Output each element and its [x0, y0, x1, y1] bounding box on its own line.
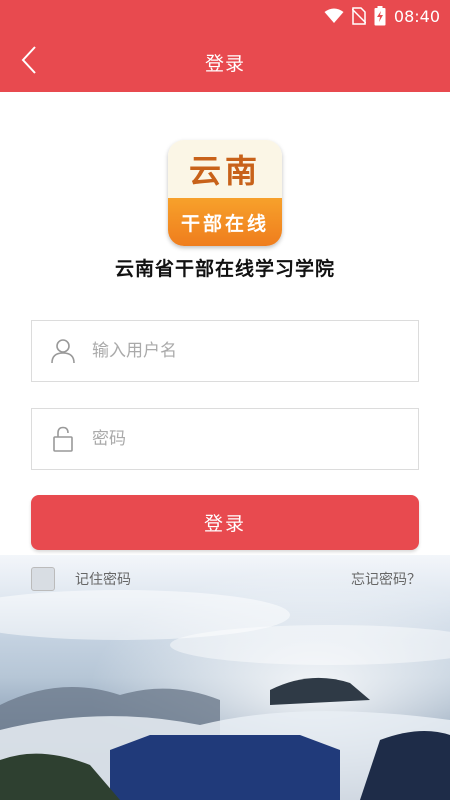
app-logo: 云南 干部在线 — [168, 140, 282, 246]
remember-label[interactable]: 记住密码 — [75, 569, 131, 589]
clock: 08:40 — [393, 6, 440, 26]
no-sim-icon — [351, 7, 366, 25]
remember-checkbox[interactable] — [31, 567, 55, 591]
wifi-icon — [324, 8, 344, 24]
password-input[interactable] — [92, 409, 418, 469]
org-name: 云南省干部在线学习学院 — [114, 258, 335, 280]
page-title: 登录 — [204, 52, 245, 75]
logo-top-text: 云南 — [168, 140, 282, 199]
username-field[interactable] — [31, 320, 419, 382]
username-input[interactable] — [92, 321, 418, 381]
lock-icon — [34, 426, 92, 452]
logo-card: 云南 干部在线 云南省干部在线学习学院 — [40, 122, 410, 297]
remember-row: 记住密码 忘记密码？ — [31, 566, 421, 592]
nav-bar: 登录 — [0, 32, 450, 92]
battery-charging-icon — [374, 6, 386, 26]
status-bar: 08:40 — [0, 0, 450, 32]
back-button[interactable] — [14, 46, 44, 78]
logo-bottom-text: 干部在线 — [168, 198, 282, 246]
login-button[interactable]: 登录 — [31, 495, 419, 550]
chevron-left-icon — [21, 46, 37, 78]
password-field[interactable] — [31, 408, 419, 470]
user-icon — [34, 338, 92, 364]
forgot-password-link[interactable]: 忘记密码？ — [351, 569, 421, 589]
